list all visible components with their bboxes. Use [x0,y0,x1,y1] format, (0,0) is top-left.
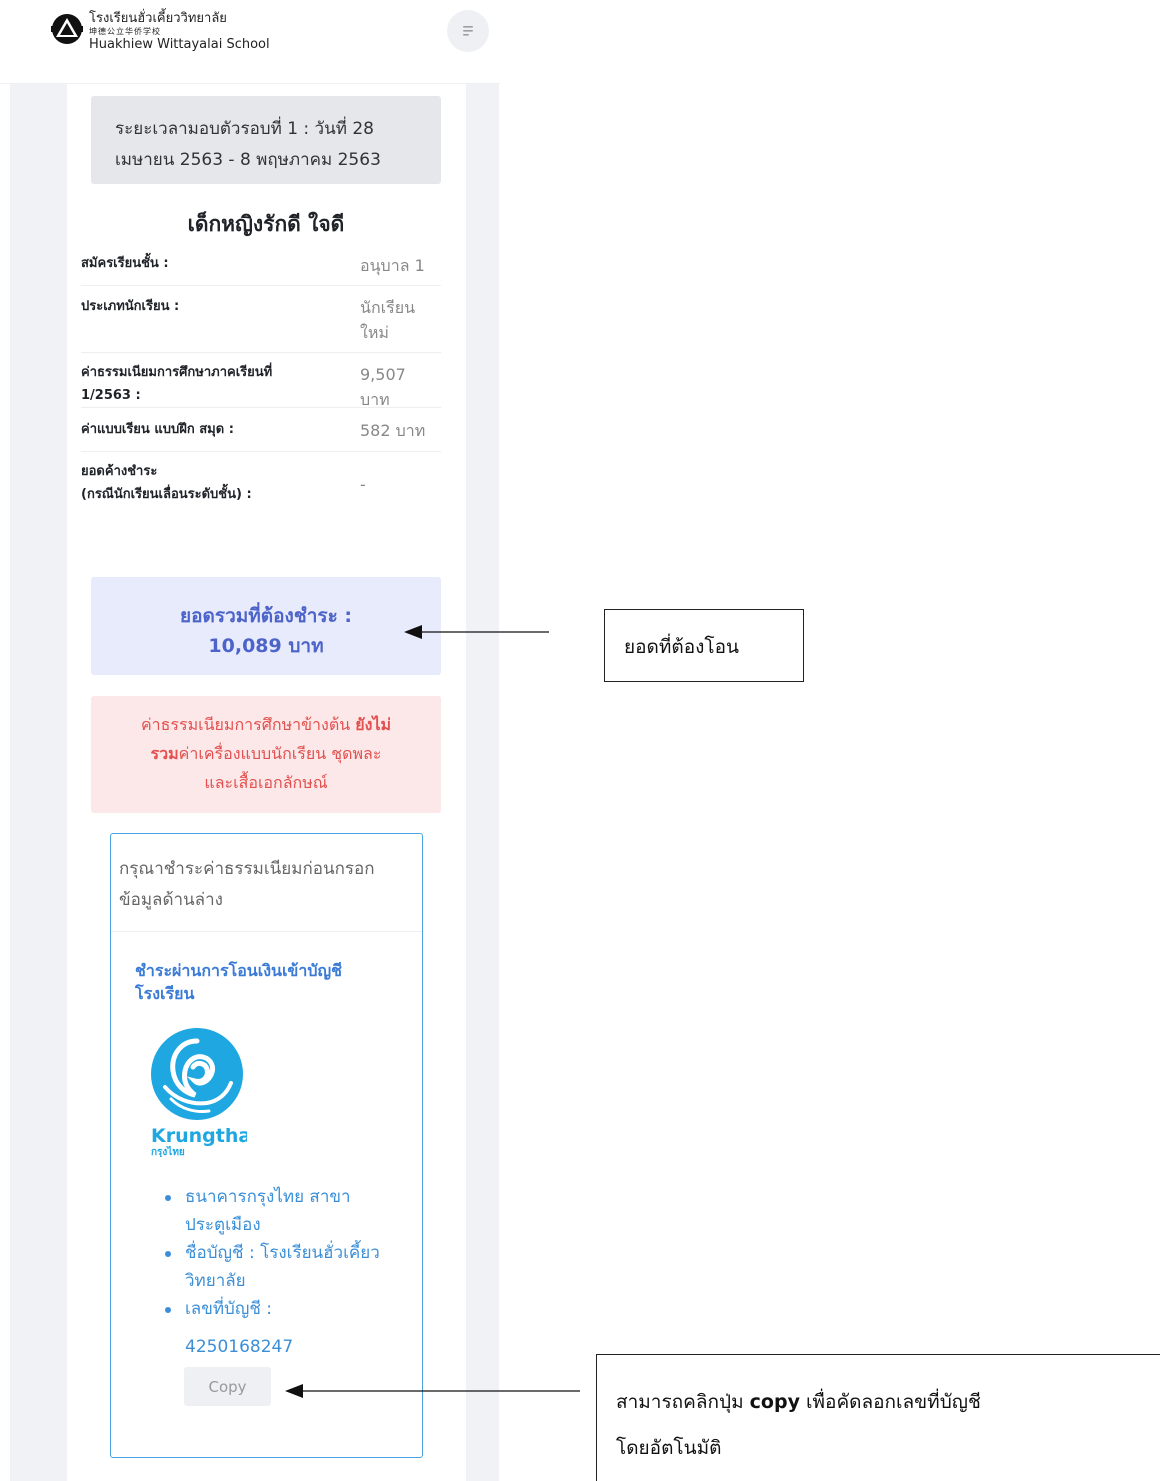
student-name: เด็กหญิงรักดี ใจดี [187,212,345,236]
copy-account-button[interactable]: Copy [184,1367,271,1406]
page-gutter-right [466,84,499,1481]
warning-bold: รวม [150,744,179,763]
info-row-books: ค่าแบบเรียน แบบฝึก สมุด : 582 บาท [81,408,441,452]
payment-method-title: ชำระผ่านการโอนเงินเข้าบัญชี โรงเรียน [135,959,405,1005]
page-gutter-left [10,84,67,1481]
warning-text: และเสื้อเอกลักษณ์ [204,773,328,792]
info-value: 9,507 [360,365,406,384]
info-row-tuition: ค่าธรรมเนียมการศึกษาภาคเรียนที่ 1/2563 :… [81,353,441,409]
info-value: 582 บาท [360,421,426,440]
enrollment-period-alert: ระยะเวลามอบตัวรอบที่ 1 : วันที่ 28 เมษาย… [91,96,441,184]
bullet-icon [165,1251,171,1257]
menu-icon [463,26,473,36]
note-text: เพื่อคัดลอกเลขที่บัญชี [799,1391,981,1413]
annotation-copy-instruction: สามารถคลิกปุ่ม copy เพื่อคัดลอกเลขที่บัญ… [596,1354,1160,1481]
info-key: สมัครเรียนชั้น : [81,256,169,271]
list-item: ธนาคารกรุงไทย สาขาประตูเมือง [161,1183,421,1239]
bank-detail-text: ชื่อบัญชี : โรงเรียนฮั่วเคี้ยว [185,1243,380,1263]
warning-text: ค่าเครื่องแบบนักเรียน ชุดพละ [178,744,382,763]
warning-bold: ยังไม่ [355,715,392,734]
school-name-en: Huakhiew Wittayalai School [89,37,270,52]
info-key: ยอดค้างชำระ [81,464,158,479]
info-key: ค่าแบบเรียน แบบฝึก สมุด : [81,422,234,437]
payment-card-header: กรุณาชำระค่าธรรมเนียมก่อนกรอก ข้อมูลด้าน… [111,834,422,932]
bank-detail-text-cont: ประตูเมือง [185,1215,261,1235]
list-item: เลขที่บัญชี : [161,1295,421,1323]
period-line-1: ระยะเวลามอบตัวรอบที่ 1 : วันที่ 28 [115,119,374,139]
app-header: โรงเรียนฮั่วเคี้ยววิทยาลัย 坤德公立华侨学校 Huak… [0,0,500,84]
period-line-2: เมษายน 2563 - 8 พฤษภาคม 2563 [115,150,381,170]
bullet-icon [165,1307,171,1313]
note-text-line-2: โดยอัตโนมัติ [616,1437,722,1459]
school-logo-icon [51,14,83,44]
payment-instruction-line-1: กรุณาชำระค่าธรรมเนียมก่อนกรอก [119,859,375,879]
list-item: ชื่อบัญชี : โรงเรียนฮั่วเคี้ยววิทยาลัย [161,1239,421,1295]
krungthai-logo-text: Krungthai [151,1125,247,1147]
payment-instruction-line-2: ข้อมูลด้านล่าง [119,890,223,910]
krungthai-bank-logo-icon: Krungthai กรุงไทย [151,1028,247,1157]
warning-text: ค่าธรรมเนียมการศึกษาข้างต้น [140,715,356,734]
bank-detail-text: ธนาคารกรุงไทย สาขา [185,1187,351,1207]
total-label: ยอดรวมที่ต้องชำระ : [179,605,353,627]
bank-detail-text: เลขที่บัญชี : [185,1299,273,1319]
info-key: ประเภทนักเรียน : [81,299,180,314]
annotation-transfer-amount: ยอดที่ต้องโอน [604,609,804,682]
info-key-cont: 1/2563 : [81,388,141,403]
total-amount: 10,089 บาท [208,635,324,657]
info-value: - [360,475,366,494]
info-key: ค่าธรรมเนียมการศึกษาภาคเรียนที่ [81,365,273,380]
info-row-student-type: ประเภทนักเรียน : นักเรียน ใหม่ [81,286,441,353]
account-number: 4250168247 [185,1337,294,1357]
krungthai-logo-subtext: กรุงไทย [151,1145,185,1157]
note-bold: copy [749,1391,800,1413]
bank-detail-text-cont: วิทยาลัย [185,1271,246,1291]
total-amount-box: ยอดรวมที่ต้องชำระ : 10,089 บาท [91,577,441,675]
info-row-grade: สมัครเรียนชั้น : อนุบาล 1 [81,242,441,286]
school-name-cn: 坤德公立华侨学校 [89,27,161,36]
info-value-cont: ใหม่ [360,323,389,342]
school-name-th: โรงเรียนฮั่วเคี้ยววิทยาลัย [89,11,227,26]
fee-info-table: สมัครเรียนชั้น : อนุบาล 1 ประเภทนักเรียน… [81,242,441,518]
bank-details-list: ธนาคารกรุงไทย สาขาประตูเมือง ชื่อบัญชี :… [161,1183,421,1323]
school-brand: โรงเรียนฮั่วเคี้ยววิทยาลัย 坤德公立华侨学校 Huak… [89,12,270,51]
payment-method-title-line-1: ชำระผ่านการโอนเงินเข้าบัญชี [135,961,342,980]
menu-button[interactable] [447,10,489,52]
info-value: นักเรียน [360,298,415,317]
payment-card: กรุณาชำระค่าธรรมเนียมก่อนกรอก ข้อมูลด้าน… [110,833,423,1458]
info-row-outstanding: ยอดค้างชำระ (กรณีนักเรียนเลื่อนระดับชั้น… [81,452,441,518]
info-value: อนุบาล 1 [360,256,425,275]
payment-method-title-line-2: โรงเรียน [135,984,195,1003]
note-text: สามารถคลิกปุ่ม [616,1391,750,1413]
bullet-icon [165,1195,171,1201]
registration-summary: ระยะเวลามอบตัวรอบที่ 1 : วันที่ 28 เมษาย… [67,84,466,1481]
info-key-cont: (กรณีนักเรียนเลื่อนระดับชั้น) : [81,487,252,502]
fee-warning-alert: ค่าธรรมเนียมการศึกษาข้างต้น ยังไม่ รวมค่… [91,696,441,813]
